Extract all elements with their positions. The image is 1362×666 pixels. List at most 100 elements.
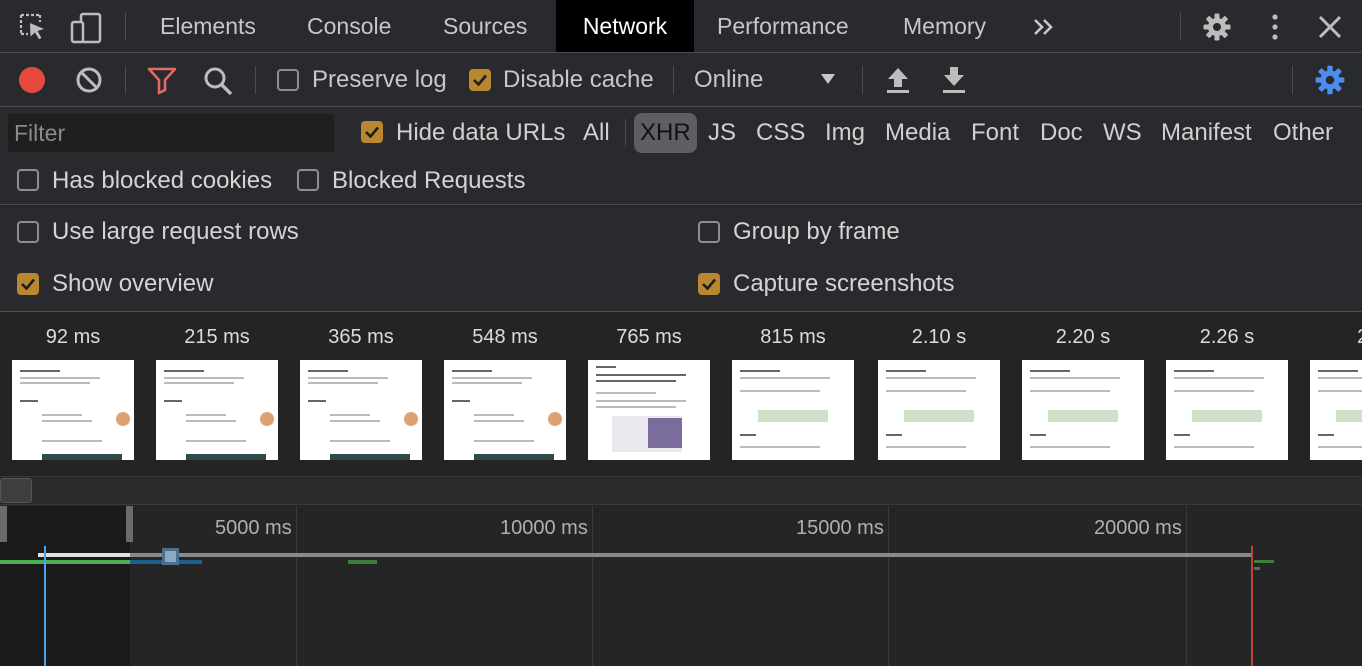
group-by-frame-checkbox[interactable]	[698, 221, 720, 243]
hide-data-urls-checkbox[interactable]	[361, 121, 383, 143]
type-filter-ws[interactable]: WS	[1103, 113, 1142, 153]
overview-resize-handle[interactable]	[0, 478, 32, 503]
frame-screenshot	[878, 360, 1000, 460]
filmstrip-frame[interactable]: 2.5	[1310, 312, 1362, 477]
type-filter-all[interactable]: All	[583, 113, 610, 153]
timeline-gridline	[1186, 506, 1187, 666]
timeline-gridline	[592, 506, 593, 666]
preserve-log-checkbox[interactable]	[277, 69, 299, 91]
show-overview-checkbox[interactable]	[17, 273, 39, 295]
capture-screenshots-label: Capture screenshots	[733, 270, 955, 297]
record-icon[interactable]	[17, 65, 47, 95]
tab-performance[interactable]: Performance	[717, 0, 849, 52]
large-rows-checkbox[interactable]	[17, 221, 39, 243]
request-bar-long	[38, 553, 1252, 557]
request-bar-marker	[162, 548, 179, 565]
frame-screenshot	[444, 360, 566, 460]
network-settings-panel: Use large request rows Group by frame Sh…	[0, 206, 1362, 312]
frame-time: 215 ms	[184, 326, 250, 348]
filter-input[interactable]	[8, 114, 334, 152]
load-event-line	[1251, 546, 1253, 666]
filter-bar: Hide data URLs All XHR JS CSS Img Media …	[0, 107, 1362, 205]
timeline-tick-label: 15000 ms	[796, 517, 884, 539]
devtools-tab-bar: Elements Console Sources Network Perform…	[0, 0, 1362, 53]
toolbar-divider	[125, 66, 126, 94]
large-rows-label: Use large request rows	[52, 218, 299, 245]
timeline-gridline	[888, 506, 889, 666]
import-har-upload-icon[interactable]	[884, 65, 914, 95]
network-overview-timeline[interactable]: 5000 ms 10000 ms 15000 ms 20000 ms	[0, 506, 1362, 666]
dropdown-arrow-icon[interactable]	[818, 69, 848, 99]
timeline-tick-label: 5000 ms	[215, 517, 292, 539]
frame-time: 2.26 s	[1199, 326, 1255, 348]
blocked-requests-checkbox[interactable]	[297, 169, 319, 191]
preserve-log-label: Preserve log	[312, 66, 447, 93]
search-icon[interactable]	[202, 65, 233, 96]
type-filter-other[interactable]: Other	[1273, 113, 1333, 153]
timeline-tick-label: 10000 ms	[500, 517, 588, 539]
inspect-element-icon[interactable]	[18, 12, 48, 42]
toolbar-divider	[1292, 66, 1293, 94]
capture-screenshots-checkbox[interactable]	[698, 273, 720, 295]
overview-right-grip[interactable]	[126, 506, 133, 542]
overview-unselected-area	[0, 506, 130, 666]
show-overview-label: Show overview	[52, 270, 214, 297]
type-filter-img[interactable]: Img	[825, 113, 865, 153]
network-settings-gear-icon[interactable]	[1314, 64, 1345, 95]
more-options-kebab-icon[interactable]	[1260, 12, 1290, 42]
tab-memory[interactable]: Memory	[903, 0, 986, 52]
tab-elements[interactable]: Elements	[160, 0, 256, 52]
type-filter-manifest[interactable]: Manifest	[1161, 113, 1252, 153]
frame-screenshot	[732, 360, 854, 460]
screenshot-filmstrip: 92 ms 215 ms 365 ms 548 ms 765 ms 815 ms…	[0, 312, 1362, 477]
frame-screenshot	[1310, 360, 1362, 460]
overview-resizer	[0, 477, 1362, 505]
request-bar-green	[1254, 567, 1260, 570]
hide-data-urls-label: Hide data URLs	[396, 119, 566, 146]
device-toolbar-icon[interactable]	[70, 12, 102, 44]
has-blocked-cookies-checkbox[interactable]	[17, 169, 39, 191]
frame-time: 765 ms	[616, 326, 682, 348]
frame-screenshot	[12, 360, 134, 460]
type-filter-js[interactable]: JS	[708, 113, 736, 153]
has-blocked-cookies-label: Has blocked cookies	[52, 167, 273, 194]
close-icon[interactable]	[1315, 12, 1345, 42]
type-filter-media[interactable]: Media	[885, 113, 950, 153]
dom-content-loaded-line	[44, 546, 46, 666]
blocked-requests-label: Blocked Requests	[332, 167, 526, 194]
frame-time: 365 ms	[328, 326, 394, 348]
frame-time: 92 ms	[45, 326, 101, 348]
timeline-tick-label: 20000 ms	[1094, 517, 1182, 539]
more-tabs-chevron-icon[interactable]	[1030, 12, 1060, 42]
type-filter-xhr[interactable]: XHR	[634, 113, 697, 153]
toolbar-divider	[673, 66, 674, 94]
request-bar-green	[0, 560, 130, 564]
frame-screenshot	[156, 360, 278, 460]
filter-funnel-icon[interactable]	[146, 65, 177, 95]
toolbar-divider	[862, 66, 863, 94]
overview-left-grip[interactable]	[0, 506, 7, 542]
frame-screenshot	[588, 360, 710, 460]
group-by-frame-label: Group by frame	[733, 218, 900, 245]
toolbar-divider	[1180, 12, 1181, 40]
settings-gear-icon[interactable]	[1202, 12, 1232, 42]
disable-cache-checkbox[interactable]	[469, 69, 491, 91]
tab-network[interactable]: Network	[556, 0, 694, 52]
disable-cache-label: Disable cache	[503, 66, 654, 93]
type-filter-css[interactable]: CSS	[756, 113, 805, 153]
type-filter-font[interactable]: Font	[971, 113, 1019, 153]
export-har-download-icon[interactable]	[940, 65, 970, 95]
throttling-select[interactable]: Online	[694, 53, 763, 107]
type-filter-doc[interactable]: Doc	[1040, 113, 1083, 153]
frame-time: 548 ms	[472, 326, 538, 348]
request-bar-green	[348, 560, 377, 564]
timeline-gridline	[296, 506, 297, 666]
tab-sources[interactable]: Sources	[443, 0, 527, 52]
frame-time: 2.10 s	[911, 326, 967, 348]
request-bar-selected	[38, 553, 130, 557]
frame-screenshot	[1166, 360, 1288, 460]
tab-console[interactable]: Console	[307, 0, 391, 52]
toolbar-divider	[255, 66, 256, 94]
clear-icon[interactable]	[74, 65, 104, 95]
frame-screenshot	[300, 360, 422, 460]
